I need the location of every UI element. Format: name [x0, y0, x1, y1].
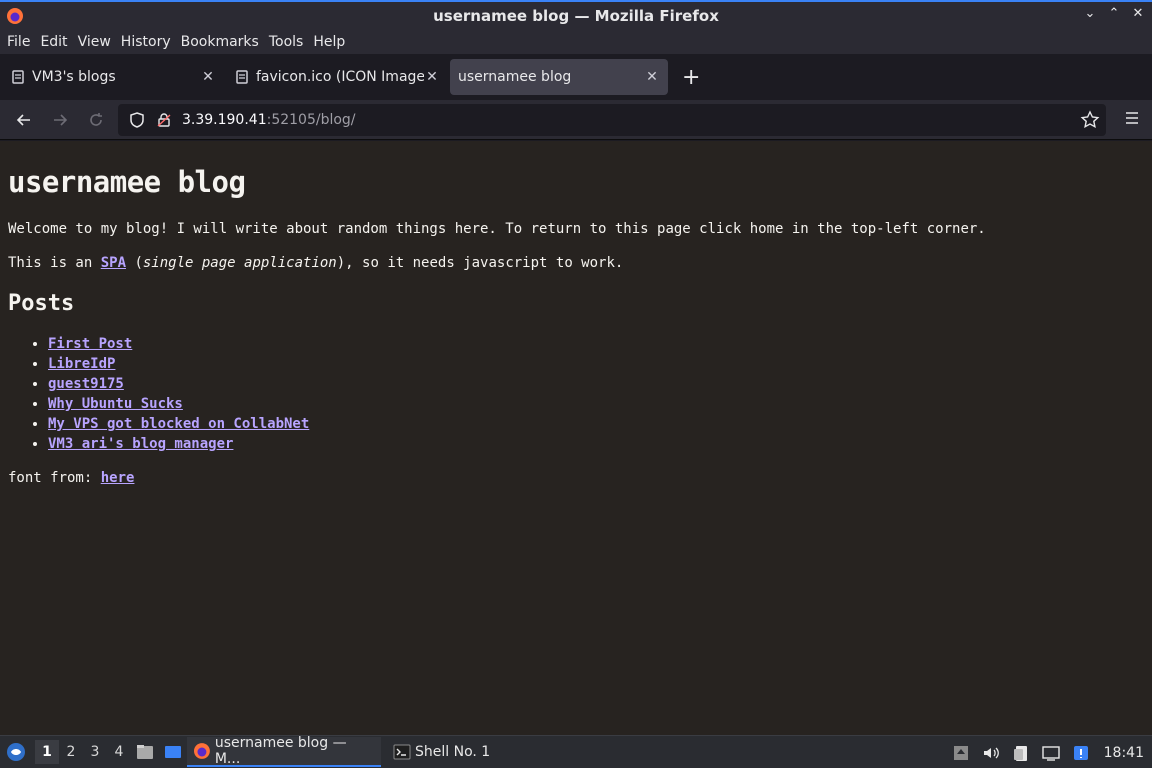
list-item: LibreIdP	[48, 354, 1144, 374]
page-icon	[12, 70, 24, 84]
list-item: Why Ubuntu Sucks	[48, 394, 1144, 414]
task-label: Shell No. 1	[415, 744, 491, 760]
spa-open: (	[126, 255, 143, 271]
tab-label: favicon.ico (ICON Image,	[256, 69, 424, 85]
menu-bar: File Edit View History Bookmarks Tools H…	[0, 30, 1152, 54]
menu-tools[interactable]: Tools	[264, 34, 309, 50]
desktop-icon[interactable]	[163, 742, 183, 762]
post-link[interactable]: LibreIdP	[48, 356, 115, 372]
url-host: 3.39.190.41	[182, 112, 267, 128]
menu-bookmarks[interactable]: Bookmarks	[176, 34, 264, 50]
nav-bar: 3.39.190.41:52105/blog/	[0, 100, 1152, 140]
spa-emphasis: single page application	[142, 255, 337, 271]
spa-prefix: This is an	[8, 255, 101, 271]
menu-file[interactable]: File	[2, 34, 35, 50]
workspace-1[interactable]: 1	[35, 740, 59, 764]
back-button[interactable]	[6, 102, 42, 138]
tab-label: VM3's blogs	[32, 69, 116, 85]
list-item: First Post	[48, 334, 1144, 354]
spa-suffix: ), so it needs javascript to work.	[336, 255, 624, 271]
url-path: :52105/blog/	[266, 112, 356, 128]
post-link[interactable]: Why Ubuntu Sucks	[48, 396, 183, 412]
close-icon[interactable]: ✕	[424, 69, 440, 85]
workspace-4[interactable]: 4	[107, 744, 131, 760]
terminal-icon	[393, 744, 411, 760]
url-bar[interactable]: 3.39.190.41:52105/blog/	[118, 104, 1106, 136]
workspace-3[interactable]: 3	[83, 744, 107, 760]
page-icon	[236, 70, 248, 84]
posts-list: First Post LibreIdP guest9175 Why Ubuntu…	[8, 334, 1144, 454]
menu-help[interactable]: Help	[308, 34, 350, 50]
new-tab-button[interactable]: +	[682, 65, 700, 90]
workspace-2[interactable]: 2	[59, 744, 83, 760]
reload-button[interactable]	[78, 102, 114, 138]
minimize-button[interactable]: ⌄	[1084, 6, 1096, 21]
maximize-button[interactable]: ⌃	[1108, 6, 1120, 21]
font-prefix: font from:	[8, 470, 101, 486]
task-shell[interactable]: Shell No. 1	[387, 737, 496, 767]
lock-warning-icon[interactable]	[156, 112, 172, 128]
task-label: usernamee blog — M...	[214, 735, 347, 767]
menu-history[interactable]: History	[116, 34, 176, 50]
tab-favicon[interactable]: favicon.ico (ICON Image, ✕	[226, 59, 448, 95]
font-link[interactable]: here	[101, 470, 135, 486]
taskbar: 1 2 3 4 usernamee blog — M... Shell No. …	[0, 735, 1152, 768]
list-item: My VPS got blocked on CollabNet	[48, 414, 1144, 434]
page-content: usernamee blog Welcome to my blog! I wil…	[0, 141, 1152, 735]
clipboard-icon[interactable]	[1011, 743, 1031, 763]
font-credit: font from: here	[8, 470, 1144, 486]
tab-usernamee-blog[interactable]: usernamee blog ✕	[450, 59, 668, 95]
update-notifier-icon[interactable]	[1071, 743, 1091, 763]
task-firefox[interactable]: usernamee blog — M...	[187, 735, 381, 767]
list-item: guest9175	[48, 374, 1144, 394]
shield-icon[interactable]	[128, 111, 146, 129]
close-icon[interactable]: ✕	[200, 69, 216, 85]
page-title: usernamee blog	[8, 165, 246, 199]
menu-hamburger-icon[interactable]	[1124, 110, 1140, 126]
forward-button[interactable]	[42, 102, 78, 138]
clock: 18:41	[1103, 744, 1144, 761]
bookmark-star-icon[interactable]	[1080, 110, 1100, 130]
file-manager-icon[interactable]	[135, 742, 155, 762]
close-window-button[interactable]: ✕	[1132, 6, 1144, 21]
network-icon[interactable]	[1041, 743, 1061, 763]
system-tray: 18:41	[946, 736, 1152, 768]
volume-icon[interactable]	[981, 743, 1001, 763]
posts-heading: Posts	[8, 291, 75, 316]
menu-edit[interactable]: Edit	[35, 34, 72, 50]
arrow-right-icon	[54, 113, 68, 126]
spa-paragraph: This is an SPA (single page application)…	[8, 255, 1144, 271]
post-link[interactable]: First Post	[48, 336, 132, 352]
window-title: usernamee blog — Mozilla Firefox	[433, 7, 719, 25]
menu-view[interactable]: View	[73, 34, 116, 50]
firefox-icon	[193, 743, 210, 759]
list-item: VM3 ari's blog manager	[48, 434, 1144, 454]
intro-text: Welcome to my blog! I will write about r…	[8, 221, 986, 237]
start-menu-icon[interactable]	[5, 741, 27, 763]
post-link[interactable]: My VPS got blocked on CollabNet	[48, 416, 309, 432]
post-link[interactable]: VM3 ari's blog manager	[48, 436, 233, 452]
spa-link[interactable]: SPA	[101, 255, 126, 271]
post-link[interactable]: guest9175	[48, 376, 124, 392]
tab-vm3-blogs[interactable]: VM3's blogs ✕	[2, 59, 224, 95]
reload-icon	[90, 112, 102, 126]
tab-label: usernamee blog	[458, 69, 572, 85]
window-titlebar: usernamee blog — Mozilla Firefox ⌄ ⌃ ✕	[0, 0, 1152, 30]
close-icon[interactable]: ✕	[644, 69, 660, 85]
firefox-icon	[7, 8, 23, 24]
tab-strip: VM3's blogs ✕ favicon.ico (ICON Image, ✕…	[0, 54, 1152, 100]
eject-icon[interactable]	[951, 743, 971, 763]
arrow-left-icon	[16, 113, 30, 126]
